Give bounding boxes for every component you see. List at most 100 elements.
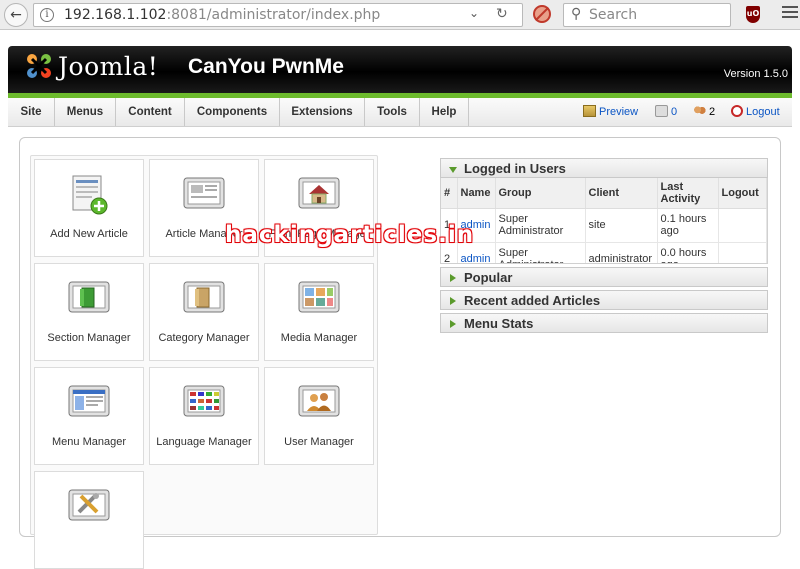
menu-manager-button[interactable]: Menu Manager (34, 367, 144, 465)
admin-menu-bar: Site Menus Content Components Extensions… (8, 98, 792, 127)
logout-link[interactable]: Logout (731, 105, 780, 118)
admin-header: Joomla! CanYou PwnMe Version 1.5.0 (8, 46, 792, 93)
logged-in-users-pane-header[interactable]: Logged in Users (440, 158, 768, 178)
joomla-logo-text: Joomla! (58, 52, 159, 81)
user-group: Super Administrator (495, 208, 586, 243)
user-group: Super Administrator (495, 242, 586, 263)
column-header-logout: Logout (718, 178, 767, 209)
user-logout-cell[interactable] (718, 208, 767, 243)
url-path: :8081/administrator/index.php (166, 7, 381, 23)
control-panel-icons: Add New Article Article Manager Front Pa… (30, 155, 378, 569)
user-name-link[interactable]: admin (461, 253, 491, 263)
popular-title: Popular (464, 270, 513, 285)
section-manager-button[interactable]: Section Manager (34, 263, 144, 361)
table-header-row: # Name Group Client Last Activity Logout (441, 178, 767, 209)
add-new-article-button[interactable]: Add New Article (34, 159, 144, 257)
user-logout-cell[interactable] (718, 242, 767, 263)
add-article-icon (72, 175, 108, 215)
article-manager-icon (183, 177, 225, 209)
category-manager-label: Category Manager (158, 332, 250, 344)
expand-arrow-icon (450, 274, 456, 282)
media-manager-icon (298, 281, 340, 313)
global-configuration-button[interactable] (34, 471, 144, 569)
online-users-count: 2 (709, 106, 716, 118)
media-manager-label: Media Manager (280, 332, 358, 344)
user-last-activity: 0.1 hours ago (657, 208, 719, 243)
logged-in-users-table: # Name Group Client Last Activity Logout… (441, 178, 767, 263)
logged-in-users-pane: # Name Group Client Last Activity Logout… (440, 178, 768, 264)
category-manager-button[interactable]: Category Manager (149, 263, 259, 361)
url-dropdown-icon[interactable]: ⌄ (469, 6, 479, 20)
column-header-client: Client (585, 178, 658, 209)
url-text: 192.168.1.102:8081/administrator/index.p… (64, 7, 380, 23)
preview-label[interactable]: Preview (599, 106, 638, 118)
column-header-name: Name (457, 178, 496, 209)
menu-tools[interactable]: Tools (365, 98, 420, 126)
logged-in-users-title: Logged in Users (464, 161, 566, 176)
column-header-number: # (441, 178, 458, 209)
logout-label[interactable]: Logout (746, 106, 780, 118)
messages-status[interactable]: 0 (655, 105, 677, 118)
menu-manager-label: Menu Manager (52, 436, 126, 448)
info-panes: Logged in Users # Name Group Client Last… (440, 158, 768, 336)
table-row: 1 admin Super Administrator site 0.1 hou… (441, 208, 767, 243)
global-configuration-icon (68, 489, 110, 521)
menu-site[interactable]: Site (8, 98, 55, 126)
url-host: 192.168.1.102 (64, 7, 167, 23)
menu-stats-pane-header[interactable]: Menu Stats (440, 313, 768, 333)
recent-articles-title: Recent added Articles (464, 293, 601, 308)
watermark: hackingarticles.in (225, 222, 475, 248)
joomla-logo-icon (27, 54, 51, 78)
user-manager-button[interactable]: User Manager (264, 367, 374, 465)
reload-icon[interactable]: ↻ (496, 6, 508, 22)
site-info-icon[interactable]: i (40, 8, 54, 22)
column-header-last-activity: Last Activity (657, 178, 719, 209)
browser-toolbar: ← i 192.168.1.102:8081/administrator/ind… (0, 0, 800, 30)
ublock-icon[interactable]: uO (746, 6, 760, 23)
user-client: site (585, 208, 658, 243)
hamburger-menu-icon[interactable] (782, 6, 798, 21)
front-page-icon (298, 177, 340, 209)
menu-extensions[interactable]: Extensions (280, 98, 365, 126)
preview-icon (583, 105, 596, 117)
version-label: Version 1.5.0 (723, 68, 788, 80)
search-icon: ⚲ (571, 6, 582, 22)
column-header-group: Group (495, 178, 586, 209)
logout-icon (731, 105, 743, 117)
user-manager-label: User Manager (284, 436, 354, 448)
preview-link[interactable]: Preview (583, 105, 638, 118)
menu-help[interactable]: Help (420, 98, 469, 126)
section-manager-label: Section Manager (47, 332, 131, 344)
language-manager-button[interactable]: Language Manager (149, 367, 259, 465)
site-title: CanYou PwnMe (188, 55, 344, 78)
user-client: administrator (585, 242, 658, 263)
back-button[interactable]: ← (4, 3, 28, 27)
menu-menus[interactable]: Menus (55, 98, 116, 126)
user-last-activity: 0.0 hours ago (657, 242, 719, 263)
add-new-article-label: Add New Article (50, 228, 128, 240)
expand-arrow-icon (450, 297, 456, 305)
expand-arrow-icon (450, 320, 456, 328)
messages-count[interactable]: 0 (671, 106, 677, 118)
online-users-status: 2 (693, 105, 715, 118)
users-icon (693, 105, 706, 117)
table-row: 2 admin Super Administrator administrato… (441, 242, 767, 263)
language-manager-label: Language Manager (156, 436, 252, 448)
language-manager-icon (183, 385, 225, 417)
collapse-arrow-icon (449, 167, 457, 173)
popular-pane-header[interactable]: Popular (440, 267, 768, 287)
user-manager-icon (298, 385, 340, 417)
menu-stats-title: Menu Stats (464, 316, 534, 331)
media-manager-button[interactable]: Media Manager (264, 263, 374, 361)
menu-manager-icon (68, 385, 110, 417)
search-placeholder: Search (589, 7, 638, 23)
noscript-icon[interactable] (533, 5, 551, 23)
messages-icon (655, 105, 668, 117)
address-bar[interactable]: i 192.168.1.102:8081/administrator/index… (33, 3, 523, 27)
category-manager-icon (183, 281, 225, 313)
recent-articles-pane-header[interactable]: Recent added Articles (440, 290, 768, 310)
search-input[interactable]: ⚲ Search (563, 3, 731, 27)
menu-components[interactable]: Components (185, 98, 280, 126)
menu-content[interactable]: Content (116, 98, 185, 126)
section-manager-icon (68, 281, 110, 313)
